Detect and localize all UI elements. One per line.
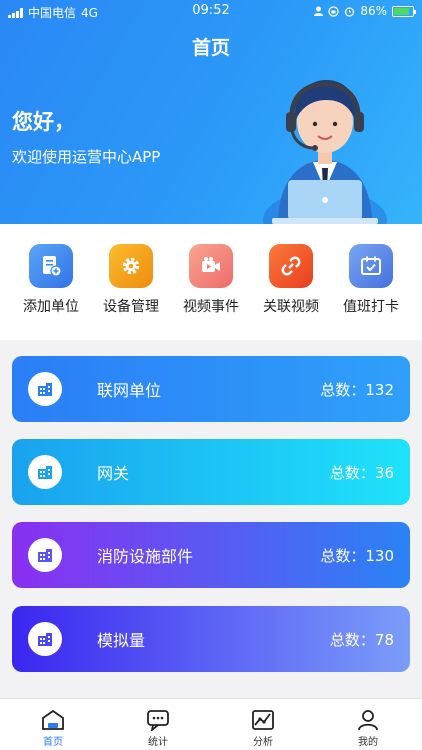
summary-card-analog-quantity[interactable]: 模拟量 总数：78 <box>12 606 410 672</box>
tab-statistics[interactable]: 统计 <box>118 705 198 748</box>
card-title: 模拟量 <box>97 631 146 650</box>
card-count: 总数：132 <box>320 380 394 399</box>
battery-percent: 86% <box>360 4 387 18</box>
customer-service-illustration <box>263 80 387 224</box>
quick-action-label: 添加单位 <box>23 299 79 315</box>
building-icon <box>28 455 62 489</box>
quick-action-linked-video[interactable]: 关联视频 <box>251 244 331 316</box>
quick-action-label: 值班打卡 <box>343 299 399 315</box>
quick-action-label: 设备管理 <box>103 299 159 315</box>
quick-action-add-unit[interactable]: 添加单位 <box>11 244 91 316</box>
page-title: 首页 <box>191 37 230 59</box>
gear-icon <box>109 244 153 288</box>
card-title: 联网单位 <box>97 381 162 400</box>
quick-action-video-events[interactable]: 视频事件 <box>171 244 251 316</box>
tab-profile[interactable]: 我的 <box>328 705 408 748</box>
tab-label: 首页 <box>43 737 63 748</box>
card-count: 总数：36 <box>329 463 394 482</box>
summary-card-networked-units[interactable]: 联网单位 总数：132 <box>12 356 410 422</box>
card-count: 总数：130 <box>320 546 394 565</box>
quick-action-label: 关联视频 <box>263 299 319 315</box>
chart-analysis-icon <box>223 705 303 731</box>
quick-actions-panel: 添加单位 设备管理 视频事件 关联视频 值班打卡 <box>0 224 422 340</box>
tab-home[interactable]: 首页 <box>13 705 93 748</box>
tab-label: 统计 <box>148 737 168 748</box>
quick-action-duty-check-in[interactable]: 值班打卡 <box>331 244 411 316</box>
welcome-text: 欢迎使用运营中心APP <box>12 148 161 166</box>
add-unit-icon <box>29 244 73 288</box>
quick-action-label: 视频事件 <box>183 299 239 315</box>
summary-card-gateways[interactable]: 网关 总数：36 <box>12 439 410 505</box>
calendar-check-icon <box>349 244 393 288</box>
greeting-text: 您好， <box>12 110 75 134</box>
tab-analysis[interactable]: 分析 <box>223 705 303 748</box>
building-icon <box>28 622 62 656</box>
header-banner: 中国电信 4G 09:52 86% 首页 您好， 欢迎使用运营中心APP <box>0 0 422 224</box>
quick-action-device-management[interactable]: 设备管理 <box>91 244 171 316</box>
person-icon <box>314 6 324 16</box>
tab-label: 分析 <box>253 737 273 748</box>
video-camera-icon <box>189 244 233 288</box>
home-icon <box>13 705 93 731</box>
card-count: 总数：78 <box>329 630 394 649</box>
building-icon <box>28 372 62 406</box>
lock-rotation-icon <box>328 5 339 17</box>
status-bar: 中国电信 4G 09:52 86% <box>0 0 422 22</box>
building-icon <box>28 538 62 572</box>
alarm-icon <box>345 6 355 17</box>
chat-stats-icon <box>118 705 198 731</box>
summary-card-fire-facility-components[interactable]: 消防设施部件 总数：130 <box>12 522 410 588</box>
tab-label: 我的 <box>358 737 378 748</box>
card-title: 消防设施部件 <box>97 547 194 566</box>
battery-icon <box>392 5 416 17</box>
link-icon <box>269 244 313 288</box>
bottom-tab-bar: 首页 统计 分析 我的 <box>0 698 422 750</box>
user-icon <box>328 705 408 731</box>
card-title: 网关 <box>97 464 130 483</box>
